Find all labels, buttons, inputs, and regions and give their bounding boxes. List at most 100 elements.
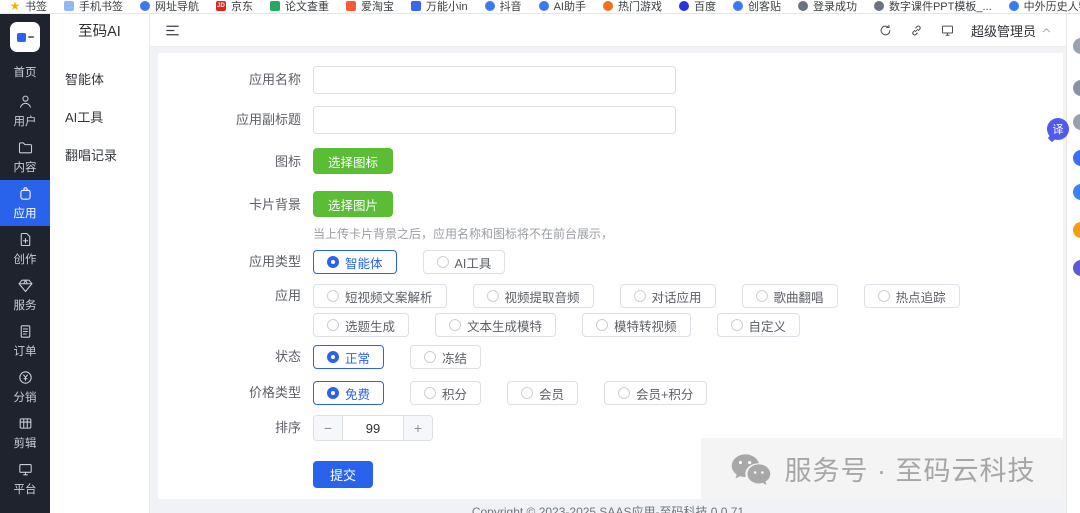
radio-option-视频提取音频[interactable]: 视频提取音频 xyxy=(472,284,594,308)
stepper-value[interactable]: 99 xyxy=(342,416,404,440)
sidebar-item-label: 内容 xyxy=(13,162,37,174)
browser-extension-strip xyxy=(1066,14,1080,513)
sidebar-item-应用[interactable]: 应用 xyxy=(0,180,50,226)
radio-option-歌曲翻唱[interactable]: 歌曲翻唱 xyxy=(741,284,838,308)
stepper-decrease-button[interactable]: − xyxy=(314,416,342,440)
sidebar-item-label: 分销 xyxy=(13,392,37,404)
sidebar-item-分销[interactable]: 分销 xyxy=(0,364,50,410)
radio-option-AI工具[interactable]: AI工具 xyxy=(422,250,506,274)
sidebar-item-内容[interactable]: 内容 xyxy=(0,134,50,180)
bookmark-item[interactable]: 万能小in xyxy=(411,0,468,13)
radio-option-label: 热点追踪 xyxy=(895,290,946,305)
radio-icon xyxy=(633,290,646,302)
select-icon-button[interactable]: 选择图标 xyxy=(313,148,394,174)
sidebar-item-gear[interactable] xyxy=(0,502,50,513)
sidebar-item-label: 平台 xyxy=(13,484,37,496)
radio-option-冻结[interactable]: 冻结 xyxy=(410,345,482,369)
sort-stepper: − 99 + xyxy=(313,415,433,441)
extension-icon-4[interactable] xyxy=(1073,150,1080,166)
bookmark-item[interactable]: 抖音 xyxy=(484,0,522,13)
radio-option-对话应用[interactable]: 对话应用 xyxy=(619,284,716,308)
radio-option-正常[interactable]: 正常 xyxy=(313,345,385,369)
field-label-app: 应用 xyxy=(274,288,301,303)
monitor-icon[interactable] xyxy=(940,23,955,38)
radio-option-label: 正常 xyxy=(345,351,371,366)
radio-option-会员+积分[interactable]: 会员+积分 xyxy=(604,381,708,405)
app-logo[interactable] xyxy=(10,22,40,52)
sidebar-item-创作[interactable]: 创作 xyxy=(0,226,50,272)
sidebar-item-首页[interactable]: 首页 xyxy=(0,56,50,88)
extension-icon-2[interactable] xyxy=(1073,80,1080,96)
bookmark-item[interactable]: 手机书签 xyxy=(64,0,123,13)
bookmark-label: 书签 xyxy=(25,1,47,13)
radio-option-智能体[interactable]: 智能体 xyxy=(313,250,397,274)
refresh-icon[interactable] xyxy=(878,23,893,38)
status-radio-group: 正常 冻结 xyxy=(313,345,1058,369)
app-subtitle-input[interactable] xyxy=(313,106,676,134)
select-image-button[interactable]: 选择图片 xyxy=(313,191,394,217)
translate-badge[interactable]: 译 xyxy=(1047,118,1069,140)
bookmark-item[interactable]: 创客贴 xyxy=(732,0,781,13)
bookmark-item[interactable]: 数字课件PPT模板_... xyxy=(873,0,992,13)
bookmark-item[interactable]: AI助手 xyxy=(538,0,586,13)
stepper-increase-button[interactable]: + xyxy=(404,416,432,440)
extension-icon-6[interactable] xyxy=(1073,222,1080,238)
submenu-item-label: 翻唱记录 xyxy=(65,147,118,163)
topbar: 超级管理员 xyxy=(150,14,1066,47)
bookmark-label: 爱淘宝 xyxy=(361,1,394,13)
radio-option-免费[interactable]: 免费 xyxy=(313,381,385,405)
app-name-input[interactable] xyxy=(313,66,676,94)
link-icon[interactable] xyxy=(909,23,924,38)
radio-icon xyxy=(755,290,768,302)
radio-option-文本生成模特[interactable]: 文本生成模特 xyxy=(435,313,557,337)
sidebar-item-平台[interactable]: 平台 xyxy=(0,456,50,502)
app-shell: 首页 用户 内容 应用 创作 服务 订单 分销 剪辑 平台 至码AI 智能体 AI工具 翻唱记录 xyxy=(0,14,1080,513)
sidebar-item-订单[interactable]: 订单 xyxy=(0,318,50,364)
submit-button[interactable]: 提交 xyxy=(313,461,374,488)
clip-icon xyxy=(19,418,31,429)
bookmark-label: 手机书签 xyxy=(79,1,123,13)
bookmark-item[interactable]: 爱淘宝 xyxy=(346,0,394,13)
submenu-item-AI工具[interactable]: AI工具 xyxy=(50,97,149,135)
radio-icon xyxy=(730,319,743,331)
radio-option-会员[interactable]: 会员 xyxy=(507,381,579,405)
radio-option-积分[interactable]: 积分 xyxy=(410,381,482,405)
bookmark-item[interactable]: JD 京东 xyxy=(216,0,253,13)
user-menu[interactable]: 超级管理员 xyxy=(971,21,1052,40)
card-bg-hint: 当上传卡片背景之后，应用名称和图标将不在前台展示， xyxy=(313,227,614,241)
app-title: 至码AI xyxy=(78,24,121,40)
sidebar-item-剪辑[interactable]: 剪辑 xyxy=(0,410,50,456)
collapse-menu-icon[interactable] xyxy=(164,22,181,39)
radio-option-模特转视频[interactable]: 模特转视频 xyxy=(582,313,691,337)
extension-icon-1[interactable] xyxy=(1073,38,1080,54)
radio-icon xyxy=(618,387,631,399)
radio-option-短视频文案解析[interactable]: 短视频文案解析 xyxy=(313,284,447,308)
bookmark-label: 登录成功 xyxy=(812,1,857,13)
sidebar-item-服务[interactable]: 服务 xyxy=(0,272,50,318)
bookmark-favicon: ★ xyxy=(9,0,21,13)
submenu-item-智能体[interactable]: 智能体 xyxy=(50,59,149,97)
sidebar-item-用户[interactable]: 用户 xyxy=(0,88,50,134)
bookmark-item[interactable]: 百度 xyxy=(678,0,716,13)
bookmark-item[interactable]: 中外历史人物评说p... xyxy=(1008,0,1080,13)
bookmark-item[interactable]: 网址导航 xyxy=(140,0,199,13)
radio-option-选题生成[interactable]: 选题生成 xyxy=(313,313,410,337)
submenu-item-翻唱记录[interactable]: 翻唱记录 xyxy=(50,135,149,173)
bookmark-favicon xyxy=(873,1,884,11)
extension-icon-3[interactable] xyxy=(1073,114,1080,130)
bookmark-item[interactable]: 热门游戏 xyxy=(602,0,662,13)
sidebar-item-label: 创作 xyxy=(13,254,37,266)
bookmark-favicon xyxy=(140,1,150,11)
bookmark-item[interactable]: 论文查重 xyxy=(270,0,329,13)
extension-icon-5[interactable] xyxy=(1073,184,1080,200)
bookmark-item[interactable]: 登录成功 xyxy=(797,0,857,13)
bookmark-item[interactable]: ★ 书签 xyxy=(9,0,47,13)
bookmark-label: 创客贴 xyxy=(747,1,781,13)
extension-icon-7[interactable] xyxy=(1073,260,1080,276)
radio-option-自定义[interactable]: 自定义 xyxy=(716,313,801,337)
radio-option-label: 文本生成模特 xyxy=(467,319,543,334)
radio-option-热点追踪[interactable]: 热点追踪 xyxy=(863,284,960,308)
bookmark-favicon xyxy=(678,1,689,11)
radio-icon xyxy=(449,319,462,331)
bookmark-label: 抖音 xyxy=(499,1,522,13)
